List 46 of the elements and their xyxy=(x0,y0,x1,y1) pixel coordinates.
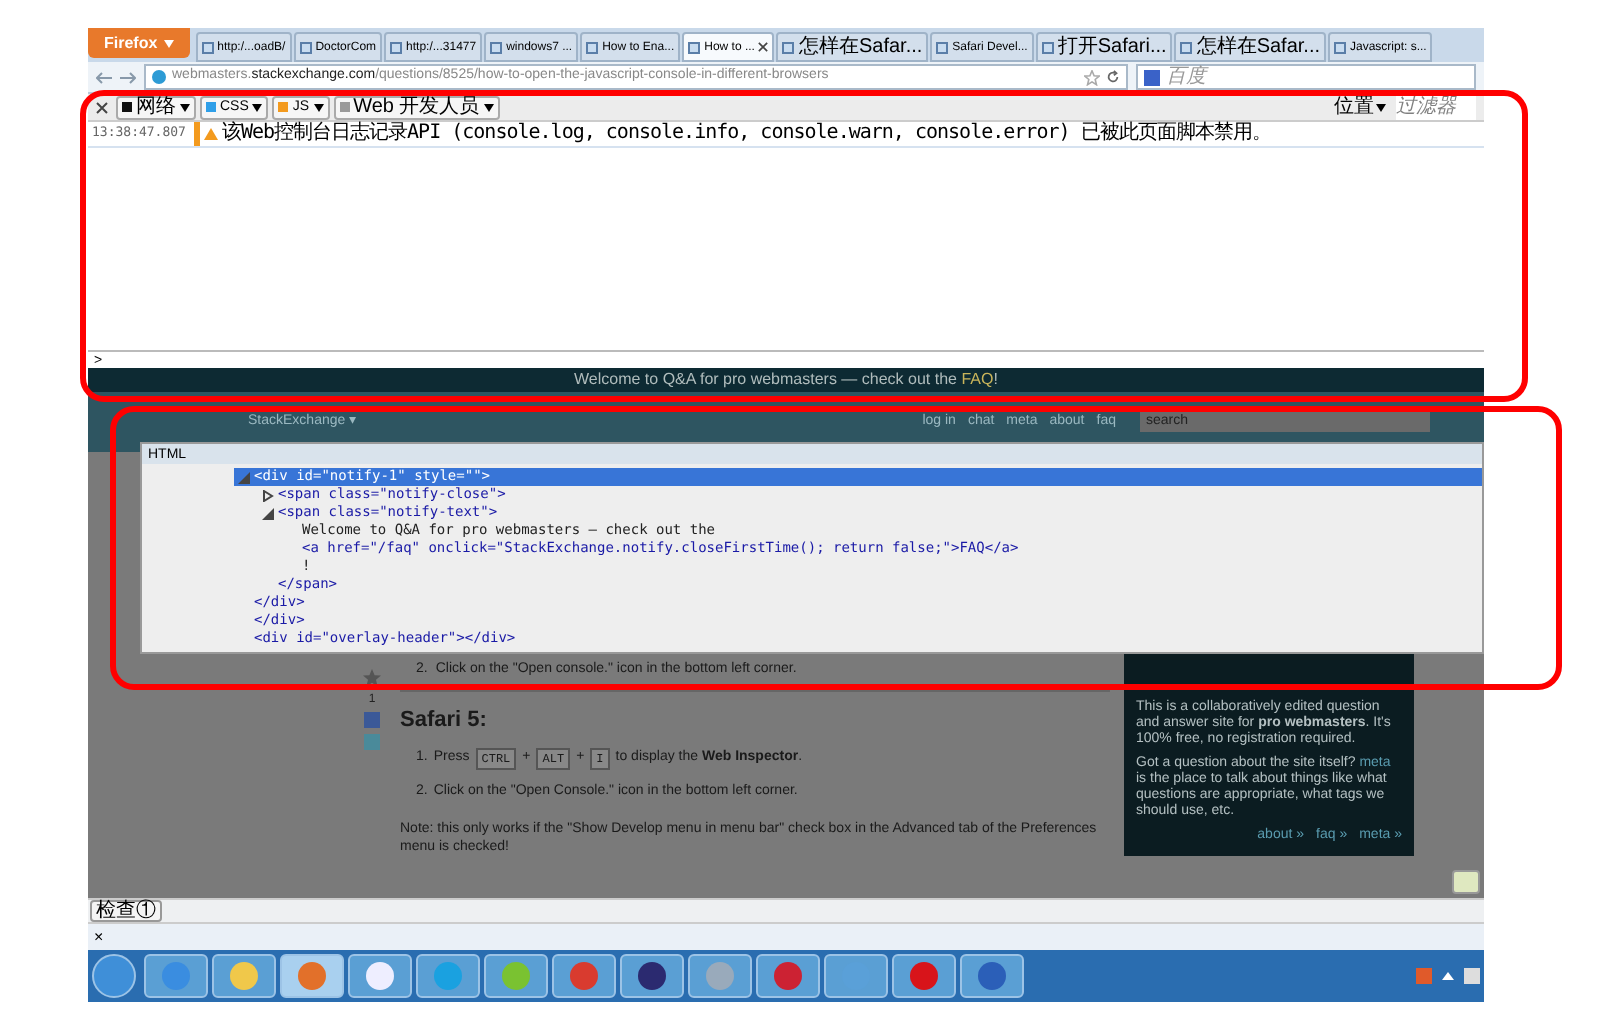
warning-marker xyxy=(193,122,200,146)
log-message: 该Web控制台日志记录API (console.log, console.info, console.warn, console.error) 已被此页面脚本禁用。 xyxy=(221,124,1271,144)
dropdown-caret-icon xyxy=(483,103,494,111)
back-arrow-icon[interactable] xyxy=(96,71,112,83)
page-icon xyxy=(1041,41,1054,53)
page-icon xyxy=(201,41,214,53)
start-button[interactable] xyxy=(92,954,136,998)
filter-button[interactable]: Web 开发人员 xyxy=(333,95,500,119)
close-icon[interactable] xyxy=(96,101,108,113)
star-icon[interactable] xyxy=(362,668,382,688)
dropdown-caret-icon xyxy=(1376,103,1386,111)
warning-icon xyxy=(203,128,218,140)
page-icon xyxy=(782,41,795,53)
page-icon xyxy=(390,41,403,53)
expand-triangle-icon[interactable] xyxy=(262,489,274,501)
filter-field[interactable]: 过滤器 xyxy=(1396,95,1476,119)
notice-banner: Welcome to Q&A for pro webmasters — check out the FAQ! xyxy=(88,368,1484,392)
inspect-button[interactable]: 检查① xyxy=(90,900,162,922)
page-icon xyxy=(490,41,503,53)
search-engine-icon xyxy=(1144,69,1160,85)
page-icon xyxy=(1180,41,1193,53)
page-icon xyxy=(299,41,312,53)
browser-tab[interactable]: 打开Safari... xyxy=(1035,32,1173,62)
reload-icon[interactable] xyxy=(1106,70,1120,84)
dropdown-caret-icon xyxy=(163,39,174,47)
app-icon[interactable] xyxy=(756,954,820,998)
browser-tab[interactable]: 怎样在Safar... xyxy=(1174,32,1326,62)
page-icon xyxy=(688,41,701,53)
forward-arrow-icon[interactable] xyxy=(120,71,136,83)
dropdown-caret-icon xyxy=(252,103,263,111)
caret-icon[interactable] xyxy=(1442,972,1454,980)
section-heading: Safari 5: xyxy=(400,705,489,735)
dropdown-caret-icon xyxy=(180,103,190,111)
page-icon xyxy=(936,41,949,53)
position-menu[interactable]: 位置 xyxy=(1334,97,1386,117)
close-icon[interactable]: × xyxy=(94,929,104,945)
close-icon[interactable] xyxy=(758,42,769,52)
site-icon xyxy=(152,70,166,84)
star-icon[interactable] xyxy=(1084,69,1100,85)
collapse-triangle-icon[interactable] xyxy=(262,507,274,519)
filter-button[interactable]: 网络 xyxy=(116,95,196,119)
page-icon xyxy=(586,41,599,53)
page-icon xyxy=(1334,41,1346,53)
dropdown-caret-icon xyxy=(313,103,324,111)
browser-tab[interactable]: 怎样在Safar... xyxy=(776,32,929,62)
addon-icon[interactable] xyxy=(1452,870,1480,894)
